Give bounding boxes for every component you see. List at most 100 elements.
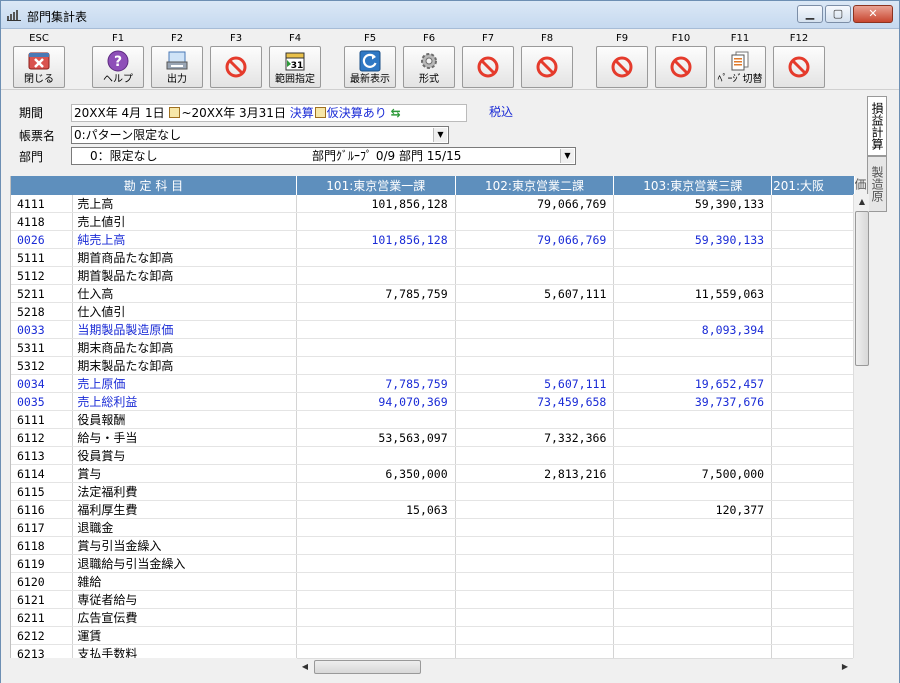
dept-103-value-cell[interactable] xyxy=(613,266,773,285)
tab-profit-loss[interactable]: 損益計算 xyxy=(867,96,887,156)
dept-103-value-cell[interactable] xyxy=(613,572,773,591)
dept-103-value-cell[interactable]: 7,500,000 xyxy=(613,464,773,483)
dept-102-value-cell[interactable] xyxy=(455,266,615,285)
account-name-cell[interactable]: 売上総利益 xyxy=(72,392,297,411)
account-code-cell[interactable]: 6117 xyxy=(11,518,74,537)
account-code-cell[interactable]: 0033 xyxy=(11,320,74,339)
dept-201-value-cell[interactable] xyxy=(771,590,855,609)
department-select[interactable]: 0：限定なし 部門ｸﾞﾙｰﾌﾟ 0/9 部門 15/15 ▼ xyxy=(71,147,576,165)
table-row[interactable]: 6211 広告宣伝費 xyxy=(11,608,855,627)
dept-103-value-cell[interactable] xyxy=(613,626,773,645)
tab-manufacturing-cost[interactable]: 製造原価 xyxy=(853,156,887,212)
dept-101-value-cell[interactable] xyxy=(296,302,456,321)
dept-101-value-cell[interactable]: 53,563,097 xyxy=(296,428,456,447)
account-code-cell[interactable]: 6111 xyxy=(11,410,74,429)
chevron-down-icon[interactable]: ▼ xyxy=(433,128,447,142)
account-name-cell[interactable]: 雑給 xyxy=(72,572,297,591)
account-name-cell[interactable]: 期首製品たな卸高 xyxy=(72,266,297,285)
dept-101-value-cell[interactable]: 101,856,128 xyxy=(296,230,456,249)
column-header-dept-201[interactable]: 201:大阪 xyxy=(771,176,855,195)
dept-102-value-cell[interactable] xyxy=(455,518,615,537)
dept-201-value-cell[interactable] xyxy=(771,626,855,645)
period-field[interactable]: 20XX年 4月 1日 ~20XX年 3月31日 決算 仮決算あり ⇆ xyxy=(71,104,467,122)
dept-102-value-cell[interactable]: 79,066,769 xyxy=(455,230,615,249)
dept-201-value-cell[interactable] xyxy=(771,554,855,573)
dept-101-value-cell[interactable] xyxy=(296,608,456,627)
dept-101-value-cell[interactable] xyxy=(296,338,456,357)
account-name-cell[interactable]: 仕入高 xyxy=(72,284,297,303)
scroll-left-icon[interactable]: ◀ xyxy=(297,659,313,675)
account-code-cell[interactable]: 0026 xyxy=(11,230,74,249)
table-row[interactable]: 4111 売上高 101,856,128 79,066,769 59,390,133 xyxy=(11,195,855,213)
table-row[interactable]: 6116 福利厚生費 15,063 120,377 xyxy=(11,500,855,519)
account-code-cell[interactable]: 5311 xyxy=(11,338,74,357)
dept-201-value-cell[interactable] xyxy=(771,374,855,393)
dept-102-value-cell[interactable] xyxy=(455,590,615,609)
account-code-cell[interactable]: 4118 xyxy=(11,212,74,231)
account-name-cell[interactable]: 専従者給与 xyxy=(72,590,297,609)
tax-included-label[interactable]: 税込 xyxy=(489,103,513,120)
account-name-cell[interactable]: 純売上高 xyxy=(72,230,297,249)
table-row[interactable]: 4118 売上値引 xyxy=(11,212,855,231)
dept-102-value-cell[interactable]: 7,332,366 xyxy=(455,428,615,447)
dept-101-value-cell[interactable] xyxy=(296,248,456,267)
f7-button[interactable] xyxy=(462,46,514,88)
account-code-cell[interactable]: 6115 xyxy=(11,482,74,501)
dept-201-value-cell[interactable] xyxy=(771,284,855,303)
account-code-cell[interactable]: 5112 xyxy=(11,266,74,285)
vertical-scrollbar[interactable]: ▲ xyxy=(853,194,869,658)
account-name-cell[interactable]: 広告宣伝費 xyxy=(72,608,297,627)
calendar-icon[interactable] xyxy=(314,107,326,118)
dept-101-value-cell[interactable] xyxy=(296,518,456,537)
account-code-cell[interactable]: 6116 xyxy=(11,500,74,519)
account-name-cell[interactable]: 当期製品製造原価 xyxy=(72,320,297,339)
dept-102-value-cell[interactable] xyxy=(455,248,615,267)
dept-101-value-cell[interactable]: 6,350,000 xyxy=(296,464,456,483)
account-code-cell[interactable]: 6114 xyxy=(11,464,74,483)
dept-103-value-cell[interactable] xyxy=(613,356,773,375)
f3-button[interactable] xyxy=(210,46,262,88)
column-header-dept-101[interactable]: 101:東京営業一課 xyxy=(296,176,456,195)
table-row[interactable]: 5112 期首製品たな卸高 xyxy=(11,266,855,285)
dept-201-value-cell[interactable] xyxy=(771,482,855,501)
maximize-button[interactable]: ▢ xyxy=(825,5,851,23)
dept-103-value-cell[interactable]: 59,390,133 xyxy=(613,195,773,213)
dept-101-value-cell[interactable]: 94,070,369 xyxy=(296,392,456,411)
table-row[interactable]: 6213 支払手数料 xyxy=(11,644,855,658)
horizontal-scrollbar[interactable]: ◀ ▶ xyxy=(297,658,853,674)
dept-102-value-cell[interactable] xyxy=(455,554,615,573)
vertical-scroll-thumb[interactable] xyxy=(855,211,869,366)
table-row[interactable]: 0035 売上総利益 94,070,369 73,459,658 39,737,676 xyxy=(11,392,855,411)
table-row[interactable]: 5111 期首商品たな卸高 xyxy=(11,248,855,267)
dept-103-value-cell[interactable]: 8,093,394 xyxy=(613,320,773,339)
table-row[interactable]: 6112 給与・手当 53,563,097 7,332,366 xyxy=(11,428,855,447)
table-row[interactable]: 5312 期末製品たな卸高 xyxy=(11,356,855,375)
range-button[interactable]: 31 範囲指定 xyxy=(269,46,321,88)
dept-103-value-cell[interactable] xyxy=(613,410,773,429)
account-name-cell[interactable]: 福利厚生費 xyxy=(72,500,297,519)
dept-201-value-cell[interactable] xyxy=(771,302,855,321)
table-row[interactable]: 0034 売上原価 7,785,759 5,607,111 19,652,457 xyxy=(11,374,855,393)
f10-button[interactable] xyxy=(655,46,707,88)
page-switch-button[interactable]: ﾍﾟｰｼﾞ切替 xyxy=(714,46,766,88)
column-header-account[interactable]: 勘 定 科 目 xyxy=(11,176,297,195)
account-code-cell[interactable]: 6211 xyxy=(11,608,74,627)
dept-101-value-cell[interactable]: 7,785,759 xyxy=(296,374,456,393)
dept-201-value-cell[interactable] xyxy=(771,248,855,267)
account-name-cell[interactable]: 売上原価 xyxy=(72,374,297,393)
dept-102-value-cell[interactable] xyxy=(455,320,615,339)
dept-101-value-cell[interactable]: 101,856,128 xyxy=(296,195,456,213)
dept-101-value-cell[interactable] xyxy=(296,320,456,339)
account-name-cell[interactable]: 運賃 xyxy=(72,626,297,645)
dept-102-value-cell[interactable] xyxy=(455,446,615,465)
account-name-cell[interactable]: 給与・手当 xyxy=(72,428,297,447)
table-row[interactable]: 5218 仕入値引 xyxy=(11,302,855,321)
account-name-cell[interactable]: 仕入値引 xyxy=(72,302,297,321)
account-name-cell[interactable]: 売上値引 xyxy=(72,212,297,231)
dept-102-value-cell[interactable]: 73,459,658 xyxy=(455,392,615,411)
dept-101-value-cell[interactable] xyxy=(296,644,456,658)
dept-201-value-cell[interactable] xyxy=(771,356,855,375)
help-button[interactable]: ? ヘルプ xyxy=(92,46,144,88)
account-code-cell[interactable]: 5312 xyxy=(11,356,74,375)
dept-201-value-cell[interactable] xyxy=(771,464,855,483)
